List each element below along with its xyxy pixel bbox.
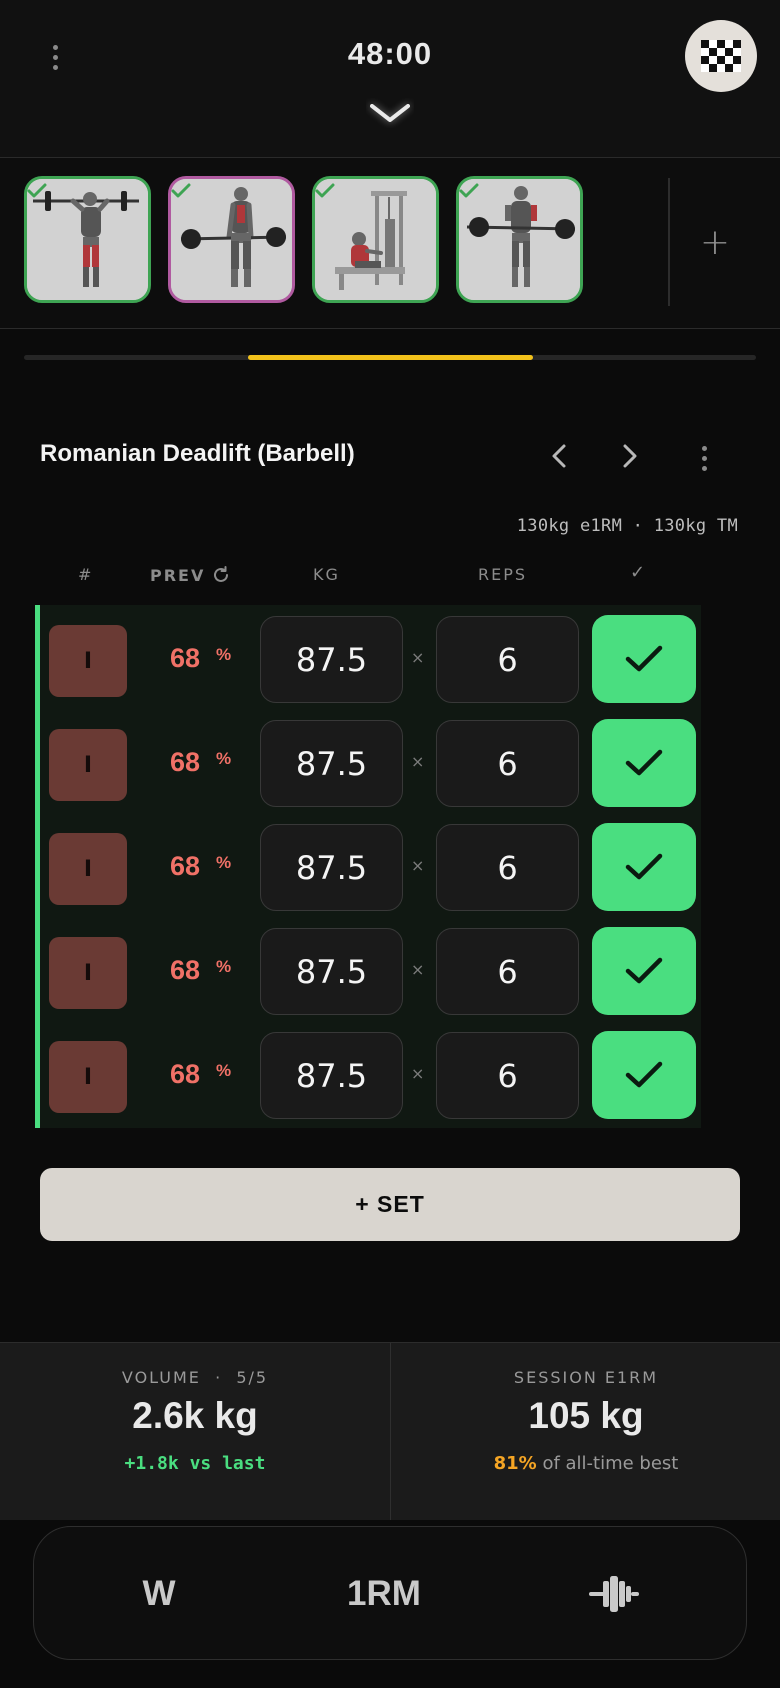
volume-summary: VOLUME · 5/5 2.6k kg +1.8k vs last [0, 1343, 390, 1521]
column-header-number: # [78, 565, 94, 584]
percent-sign: % [216, 957, 232, 976]
set-row: I 68 % 87.5 × 6 [40, 917, 701, 1021]
reps-input[interactable]: 6 [436, 1032, 579, 1119]
chevron-right-icon[interactable] [619, 441, 641, 471]
exercise-strip: + [0, 158, 780, 329]
exercise-thumb-seated-cable-row[interactable] [312, 176, 439, 303]
previous-percent: 68 [170, 747, 201, 777]
set-row: I 68 % 87.5 × 6 [40, 605, 701, 709]
weight-input[interactable]: 87.5 [260, 616, 403, 703]
previous-percent: 68 [170, 1059, 201, 1089]
e1rm-best-percent: 81% [493, 1453, 537, 1474]
percent-sign: % [216, 1061, 232, 1080]
e1rm-best-suffix: of all-time best [536, 1453, 679, 1474]
top-bar: 48:00 [0, 0, 780, 158]
finish-workout-button[interactable] [685, 20, 757, 92]
times-sign: × [411, 960, 425, 979]
e1rm-best-comparison: 81% of all-time best [391, 1453, 780, 1474]
exercise-thumb-barbell-curl[interactable] [456, 176, 583, 303]
completed-check-icon [27, 183, 47, 198]
times-sign: × [411, 752, 425, 771]
session-summary: VOLUME · 5/5 2.6k kg +1.8k vs last SESSI… [0, 1342, 780, 1521]
tools-pill: W 1RM [33, 1526, 747, 1660]
check-icon [625, 853, 663, 880]
reps-input[interactable]: 6 [436, 720, 579, 807]
set-type-button[interactable]: I [49, 937, 127, 1009]
percent-sign: % [216, 853, 232, 872]
set-type-button[interactable]: I [49, 833, 127, 905]
reps-input[interactable]: 6 [436, 928, 579, 1015]
set-row: I 68 % 87.5 × 6 [40, 709, 701, 813]
chevron-down-icon[interactable] [366, 98, 414, 128]
complete-set-button[interactable] [592, 719, 696, 807]
set-type-button[interactable]: I [49, 729, 127, 801]
e1rm-summary: SESSION E1RM 105 kg 81% of all-time best [391, 1343, 780, 1521]
times-sign: × [411, 1064, 425, 1083]
bottom-toolbar: W 1RM [0, 1520, 780, 1688]
exercise-progress-indicator [248, 355, 533, 360]
volume-value: 2.6k kg [132, 1395, 258, 1436]
times-sign: × [411, 648, 425, 667]
check-icon [625, 645, 663, 672]
percent-sign: % [216, 749, 232, 768]
set-type-button[interactable]: I [49, 1041, 127, 1113]
column-header-prev[interactable]: PREV [150, 565, 231, 585]
set-row: I 68 % 87.5 × 6 [40, 813, 701, 917]
completed-check-icon [171, 183, 191, 198]
add-set-button[interactable]: + SET [40, 1168, 740, 1241]
strip-divider [668, 178, 670, 306]
previous-percent: 68 [170, 851, 201, 881]
reps-input[interactable]: 6 [436, 616, 579, 703]
volume-delta: +1.8k vs last [124, 1453, 266, 1474]
weight-input[interactable]: 87.5 [260, 824, 403, 911]
workout-timer[interactable]: 48:00 [0, 36, 780, 72]
set-row: I 68 % 87.5 × 6 [40, 1021, 701, 1125]
times-sign: × [411, 856, 425, 875]
column-header-kg: KG [313, 565, 340, 584]
exercise-menu-icon[interactable] [701, 446, 707, 471]
reps-input[interactable]: 6 [436, 824, 579, 911]
check-icon [625, 957, 663, 984]
previous-percent: 68 [170, 643, 201, 673]
column-header-reps: REPS [478, 565, 528, 584]
set-type-button[interactable]: I [49, 625, 127, 697]
exercise-title[interactable]: Romanian Deadlift (Barbell) [40, 440, 355, 468]
previous-percent: 68 [170, 955, 201, 985]
column-header-done: ✓ [630, 562, 648, 583]
volume-label: VOLUME · 5/5 [121, 1368, 269, 1387]
complete-set-button[interactable] [592, 927, 696, 1015]
check-icon [625, 749, 663, 776]
complete-set-button[interactable] [592, 1031, 696, 1119]
sets-table: I 68 % 87.5 × 6 I 68 % 87.5 × 6 I 68 % 8… [35, 605, 701, 1128]
plate-calculator-icon [589, 1576, 639, 1612]
refresh-icon [214, 566, 229, 582]
checkered-flag-icon [701, 40, 741, 72]
exercise-thumb-romanian-deadlift[interactable] [168, 176, 295, 303]
complete-set-button[interactable] [592, 823, 696, 911]
check-icon [625, 1061, 663, 1088]
chevron-left-icon[interactable] [548, 441, 570, 471]
add-exercise-button[interactable]: + [695, 223, 735, 263]
percent-sign: % [216, 645, 232, 664]
column-header-prev-label: PREV [150, 565, 206, 585]
completed-check-icon [459, 183, 479, 198]
e1rm-label: SESSION E1RM [513, 1368, 659, 1387]
plate-calculator-button[interactable] [579, 1527, 649, 1661]
completed-check-icon [315, 183, 335, 198]
exercise-stats: 130kg e1RM · 130kg TM [516, 516, 738, 536]
weight-input[interactable]: 87.5 [260, 1032, 403, 1119]
one-rm-button[interactable]: 1RM [324, 1527, 444, 1661]
complete-set-button[interactable] [592, 615, 696, 703]
e1rm-value: 105 kg [528, 1395, 644, 1436]
warmup-button[interactable]: W [119, 1527, 199, 1661]
exercise-thumb-overhead-press[interactable] [24, 176, 151, 303]
weight-input[interactable]: 87.5 [260, 928, 403, 1015]
weight-input[interactable]: 87.5 [260, 720, 403, 807]
